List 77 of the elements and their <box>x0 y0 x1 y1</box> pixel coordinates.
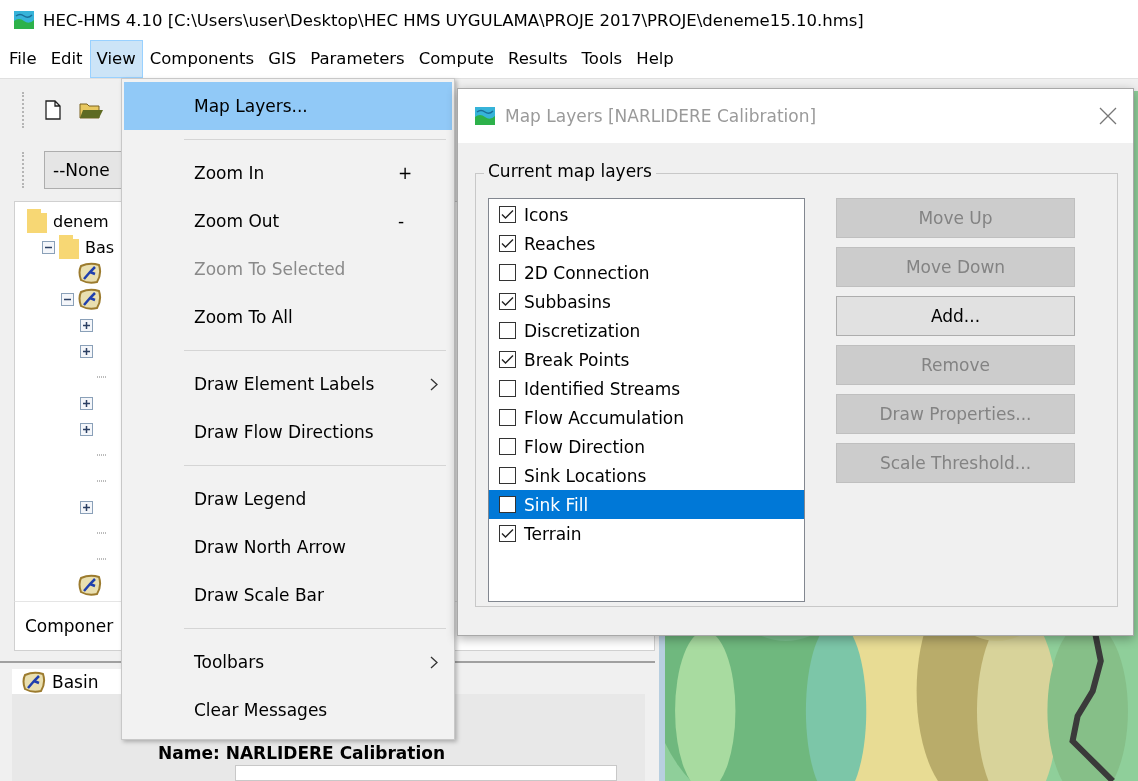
menu-item[interactable]: GIS <box>261 40 304 78</box>
tree-connector-line <box>97 532 107 534</box>
basin-icon <box>78 262 102 284</box>
collapse-icon[interactable] <box>61 292 74 306</box>
layer-item[interactable]: Sink Fill <box>489 490 804 519</box>
collapse-icon[interactable] <box>42 240 55 254</box>
folder-icon[interactable] <box>79 101 103 119</box>
menu-item[interactable]: File <box>2 40 44 78</box>
checkbox[interactable] <box>499 467 516 484</box>
checkbox[interactable] <box>499 293 516 310</box>
window-title: HEC-HMS 4.10 [C:\Users\user\Desktop\HEC HMS UYGULAMA\PROJE 2017\PROJE\deneme15.10.hms] <box>43 10 864 30</box>
tree-item[interactable]: Bas <box>85 237 115 257</box>
menu-item[interactable]: Draw North Arrow <box>124 523 452 571</box>
menu-item[interactable]: Components <box>142 40 262 78</box>
checkbox[interactable] <box>499 206 516 223</box>
layer-item[interactable]: Flow Direction <box>489 432 804 461</box>
menu-item[interactable]: Results <box>500 40 575 78</box>
checkbox[interactable] <box>499 380 516 397</box>
layer-item[interactable]: Reaches <box>489 229 804 258</box>
folder-icon <box>59 235 79 259</box>
menu-item[interactable]: Draw Element Labels <box>124 360 452 408</box>
dialog-icon <box>475 107 495 125</box>
layer-item[interactable]: Terrain <box>489 519 804 548</box>
menu-item[interactable]: Draw Flow Directions <box>124 408 452 456</box>
menu-item[interactable]: Parameters <box>303 40 412 78</box>
checkbox[interactable] <box>499 264 516 281</box>
layer-item[interactable]: Icons <box>489 200 804 229</box>
layer-item[interactable]: 2D Connection <box>489 258 804 287</box>
dialog-button[interactable]: Add... <box>836 296 1075 336</box>
checkbox[interactable] <box>499 496 516 513</box>
expand-icon[interactable] <box>80 500 93 514</box>
menu-item[interactable]: Edit <box>43 40 90 78</box>
menu-item[interactable]: View <box>89 40 143 78</box>
folder-icon <box>27 209 47 233</box>
menu-item[interactable]: Zoom In + <box>124 149 452 197</box>
expand-icon[interactable] <box>80 344 93 358</box>
basin-icon <box>22 670 46 693</box>
menu-item[interactable]: Clear Messages <box>124 686 452 734</box>
menu-item[interactable]: Draw Legend <box>124 475 452 523</box>
new-file-icon[interactable] <box>45 100 61 120</box>
app-icon <box>14 11 34 29</box>
components-tab[interactable]: Componer <box>25 616 114 636</box>
menu-item[interactable]: Map Layers... <box>124 82 452 130</box>
description-field[interactable] <box>235 765 617 781</box>
basin-icon <box>78 288 102 310</box>
menu-item[interactable]: Zoom Out - <box>124 197 452 245</box>
checkbox[interactable] <box>499 322 516 339</box>
basin-icon <box>78 574 102 596</box>
tree-connector-line <box>97 480 107 482</box>
expand-icon[interactable] <box>80 396 93 410</box>
checkbox[interactable] <box>499 438 516 455</box>
layer-item[interactable]: Identified Streams <box>489 374 804 403</box>
menu-item[interactable]: Toolbars <box>124 638 452 686</box>
layer-item[interactable]: Sink Locations <box>489 461 804 490</box>
layer-item[interactable]: Subbasins <box>489 287 804 316</box>
tree-item[interactable]: denem <box>53 211 109 231</box>
checkbox[interactable] <box>499 409 516 426</box>
layer-item[interactable]: Flow Accumulation <box>489 403 804 432</box>
menu-item[interactable]: Help <box>629 40 681 78</box>
checkbox[interactable] <box>499 351 516 368</box>
expand-icon[interactable] <box>80 318 93 332</box>
expand-icon[interactable] <box>80 422 93 436</box>
menu-item[interactable]: Compute <box>411 40 501 78</box>
checkbox[interactable] <box>499 235 516 252</box>
tree-connector-line <box>97 454 107 456</box>
menu-item[interactable]: Zoom To All <box>124 293 452 341</box>
tree-connector-line <box>97 558 107 560</box>
menu-item[interactable]: Tools <box>574 40 630 78</box>
tree-connector-line <box>97 376 107 378</box>
group-title: Current map layers <box>484 161 656 181</box>
close-icon[interactable] <box>1099 107 1117 125</box>
name-label: Name: NARLIDERE Calibration <box>158 743 445 763</box>
layer-item[interactable]: Break Points <box>489 345 804 374</box>
dialog-title: Map Layers [NARLIDERE Calibration] <box>505 106 818 126</box>
layer-item[interactable]: Discretization <box>489 316 804 345</box>
checkbox[interactable] <box>499 525 516 542</box>
menu-item[interactable]: Draw Scale Bar <box>124 571 452 619</box>
